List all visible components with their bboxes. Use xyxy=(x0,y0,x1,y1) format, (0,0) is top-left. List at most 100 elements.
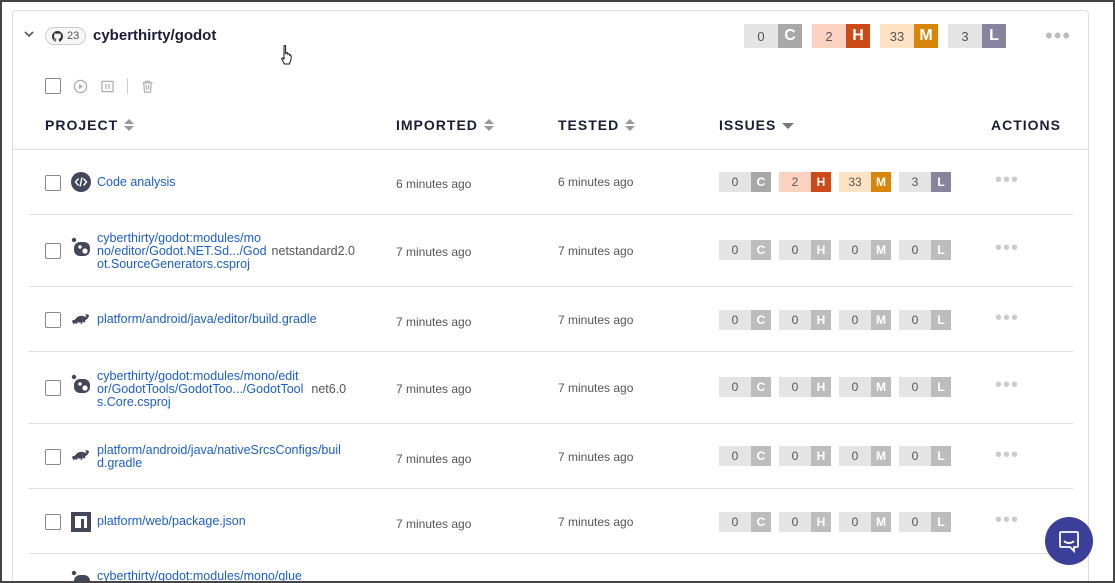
row-issue-badges: 0C 0H 0M 0L xyxy=(719,512,951,532)
row-actions-icon[interactable]: ••• xyxy=(995,237,1019,260)
table-row[interactable]: Code analysis 6 minutes ago 6 minutes ag… xyxy=(29,150,1073,215)
critical-issues-badge[interactable]: 0C xyxy=(719,446,771,466)
project-link[interactable]: cyberthirty/godot:modules/mono/editor/Go… xyxy=(97,232,367,271)
high-issues-badge[interactable]: 0H xyxy=(779,240,831,260)
project-group-card: 23 cyberthirty/godot 0C 2H 33 M 3L ••• PR… xyxy=(12,10,1089,583)
medium-issues-badge[interactable]: 0M xyxy=(839,512,891,532)
play-icon[interactable] xyxy=(73,79,88,94)
target-framework: net6.0 xyxy=(311,382,347,396)
column-header-imported[interactable]: IMPORTED xyxy=(396,117,494,133)
medium-issues-badge[interactable]: 33 M xyxy=(839,172,891,192)
high-issues-badge[interactable]: 0H xyxy=(779,512,831,532)
table-row[interactable]: cyberthirty/godot:modules/mono/glue xyxy=(29,554,1073,583)
github-icon xyxy=(52,30,63,42)
low-issues-badge[interactable]: 3L xyxy=(948,24,1006,48)
tested-time: 6 minutes ago xyxy=(558,175,634,189)
row-issue-badges: 0C 0H 0M 0L xyxy=(719,446,951,466)
project-link[interactable]: cyberthirty/godot:modules/mono/glue xyxy=(97,570,367,583)
row-actions-icon[interactable]: ••• xyxy=(995,374,1019,397)
high-issues-badge[interactable]: 0H xyxy=(779,446,831,466)
table-row[interactable]: platform/web/package.json 7 minutes ago … xyxy=(29,489,1073,554)
row-checkbox[interactable] xyxy=(45,312,61,328)
column-header-project[interactable]: PROJECT xyxy=(45,117,135,133)
row-checkbox[interactable] xyxy=(45,243,61,259)
medium-issues-badge[interactable]: 0M xyxy=(839,446,891,466)
low-issues-badge[interactable]: 0L xyxy=(899,377,951,397)
tested-time: 7 minutes ago xyxy=(558,313,634,327)
nuget-icon xyxy=(71,237,90,256)
project-link[interactable]: platform/web/package.json xyxy=(97,515,367,528)
table-row[interactable]: cyberthirty/godot:modules/mono/editor/Go… xyxy=(29,352,1073,424)
row-checkbox[interactable] xyxy=(45,380,61,396)
critical-issues-badge[interactable]: 0C xyxy=(719,512,771,532)
low-issues-badge[interactable]: 0L xyxy=(899,310,951,330)
hand-cursor-icon xyxy=(281,45,292,65)
chat-launcher-button[interactable] xyxy=(1045,517,1093,565)
critical-issues-badge[interactable]: 0C xyxy=(744,24,802,48)
medium-issues-badge[interactable]: 33 M xyxy=(880,24,938,48)
column-header-tested[interactable]: TESTED xyxy=(558,117,636,133)
low-issues-badge[interactable]: 3L xyxy=(899,172,951,192)
project-link[interactable]: Code analysis xyxy=(97,176,367,189)
critical-issues-badge[interactable]: 0C xyxy=(719,240,771,260)
medium-issues-badge[interactable]: 0M xyxy=(839,310,891,330)
target-framework: netstandard2.0 xyxy=(271,244,355,258)
project-link[interactable]: platform/android/java/editor/build.gradl… xyxy=(97,313,367,326)
group-title[interactable]: cyberthirty/godot xyxy=(93,27,216,44)
row-actions-icon[interactable]: ••• xyxy=(995,307,1019,330)
tested-time: 7 minutes ago xyxy=(558,515,634,529)
npm-icon xyxy=(71,512,91,532)
project-link[interactable]: cyberthirty/godot:modules/mono/editor/Go… xyxy=(97,370,367,409)
sort-icon xyxy=(625,119,636,131)
project-link[interactable]: platform/android/java/nativeSrcsConfigs/… xyxy=(97,444,367,470)
low-issues-badge[interactable]: 0L xyxy=(899,240,951,260)
tested-time: 7 minutes ago xyxy=(558,244,634,258)
high-issues-badge[interactable]: 2H xyxy=(812,24,870,48)
medium-issues-badge[interactable]: 0M xyxy=(839,377,891,397)
gradle-icon xyxy=(71,314,90,325)
row-checkbox[interactable] xyxy=(45,514,61,530)
nuget-icon xyxy=(71,374,90,393)
row-issue-badges: 0C 2H 33 M 3L xyxy=(719,172,951,192)
table-row[interactable]: platform/android/java/editor/build.gradl… xyxy=(29,287,1073,352)
imported-time: 7 minutes ago xyxy=(396,315,472,329)
critical-issues-badge[interactable]: 0C xyxy=(719,310,771,330)
medium-issues-badge[interactable]: 0M xyxy=(839,240,891,260)
column-header-issues[interactable]: ISSUES xyxy=(719,117,795,133)
row-actions-icon[interactable]: ••• xyxy=(995,509,1019,532)
group-more-icon[interactable]: ••• xyxy=(1045,25,1071,47)
high-issues-badge[interactable]: 0H xyxy=(779,377,831,397)
select-all-checkbox[interactable] xyxy=(45,78,61,94)
low-issues-badge[interactable]: 0L xyxy=(899,446,951,466)
table-row[interactable]: platform/android/java/nativeSrcsConfigs/… xyxy=(29,424,1073,489)
chat-icon xyxy=(1059,531,1079,553)
row-checkbox[interactable] xyxy=(45,175,61,191)
tested-time: 7 minutes ago xyxy=(558,450,634,464)
high-issues-badge[interactable]: 0H xyxy=(779,310,831,330)
nuget-icon xyxy=(71,570,90,583)
table-row[interactable]: cyberthirty/godot:modules/mono/editor/Go… xyxy=(29,215,1073,287)
trash-icon[interactable] xyxy=(140,79,155,94)
critical-issues-badge[interactable]: 0C xyxy=(719,377,771,397)
project-count: 23 xyxy=(67,30,80,42)
pause-icon[interactable] xyxy=(100,79,115,94)
row-actions-icon[interactable]: ••• xyxy=(995,444,1019,467)
sort-desc-icon xyxy=(782,123,795,129)
imported-time: 7 minutes ago xyxy=(396,517,472,531)
imported-time: 6 minutes ago xyxy=(396,177,472,191)
gradle-icon xyxy=(71,450,90,461)
imported-time: 7 minutes ago xyxy=(396,245,472,259)
row-issue-badges: 0C 0H 0M 0L xyxy=(719,310,951,330)
group-header[interactable]: 23 cyberthirty/godot 0C 2H 33 M 3L ••• xyxy=(13,11,1088,65)
row-issue-badges: 0C 0H 0M 0L xyxy=(719,377,951,397)
code-icon xyxy=(71,172,91,192)
sort-icon xyxy=(124,119,135,131)
chevron-down-icon[interactable] xyxy=(23,28,35,40)
critical-issues-badge[interactable]: 0C xyxy=(719,172,771,192)
row-checkbox[interactable] xyxy=(45,449,61,465)
high-issues-badge[interactable]: 2H xyxy=(779,172,831,192)
github-count-badge: 23 xyxy=(45,27,87,45)
column-header-actions: ACTIONS xyxy=(991,117,1061,133)
low-issues-badge[interactable]: 0L xyxy=(899,512,951,532)
row-actions-icon[interactable]: ••• xyxy=(995,169,1019,192)
